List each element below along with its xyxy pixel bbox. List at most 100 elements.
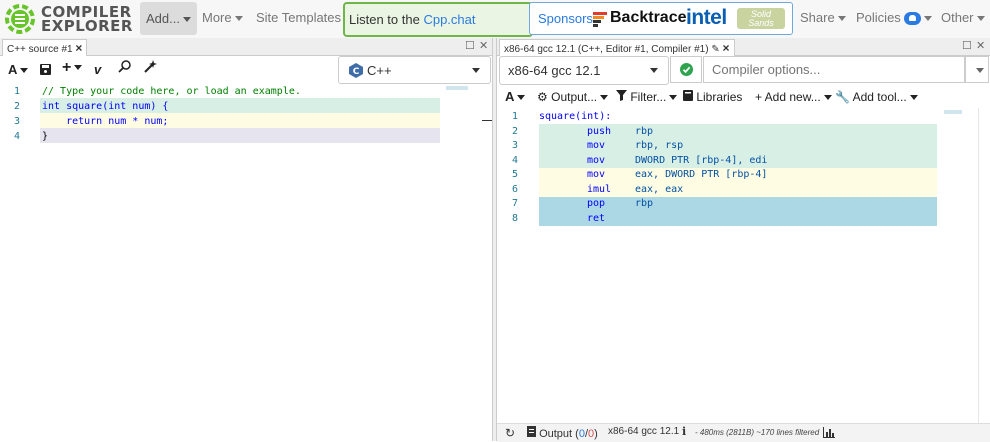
add-new-menu[interactable]: + Add new... bbox=[755, 90, 832, 104]
add-pane-icon[interactable]: + bbox=[62, 59, 83, 77]
magic-wand-icon[interactable] bbox=[144, 60, 157, 76]
code-line[interactable]: return num * num; bbox=[42, 116, 168, 127]
libraries-button[interactable]: Libraries bbox=[683, 90, 742, 104]
asm-args[interactable]: eax, DWORD PTR [rbp-4] bbox=[635, 169, 767, 180]
info-icon[interactable]: i bbox=[682, 425, 686, 438]
asm-args[interactable]: rbp bbox=[635, 198, 653, 209]
line-number: 7 bbox=[512, 198, 519, 209]
search-icon[interactable] bbox=[118, 60, 131, 76]
add-menu[interactable]: Add... bbox=[140, 2, 197, 35]
asm-opcode[interactable]: mov bbox=[587, 155, 605, 166]
sponsors-label: Sponsors bbox=[538, 11, 593, 26]
save-icon[interactable] bbox=[40, 63, 51, 78]
compiler-options-input[interactable] bbox=[703, 56, 965, 83]
scroll-marker bbox=[482, 120, 492, 121]
code-line[interactable]: } bbox=[42, 131, 48, 142]
site-templates-link[interactable]: Site Templates bbox=[256, 10, 341, 25]
share-menu[interactable]: Share bbox=[800, 10, 846, 25]
asm-opcode[interactable]: push bbox=[587, 126, 611, 137]
output-button[interactable]: Output (0/0) bbox=[527, 426, 598, 440]
line-number: 1 bbox=[14, 86, 21, 97]
solid-sands-sponsor[interactable]: Solid Sands bbox=[737, 8, 785, 29]
more-menu-label: More bbox=[202, 10, 232, 25]
cppchat-link[interactable]: Cpp.chat bbox=[423, 12, 475, 27]
code-line[interactable]: int square(int num) { bbox=[42, 101, 168, 112]
scrollbar[interactable] bbox=[978, 108, 990, 423]
asm-opcode[interactable]: imul bbox=[587, 184, 611, 195]
compiler-tab[interactable]: x86-64 gcc 12.1 (C++, Editor #1, Compile… bbox=[499, 39, 735, 56]
font-size-icon[interactable]: A bbox=[505, 89, 526, 104]
asm-opcode[interactable]: mov bbox=[587, 140, 605, 151]
code-line[interactable]: // Type your code here, or load an examp… bbox=[42, 86, 301, 97]
file-icon bbox=[527, 426, 536, 437]
asm-opcode[interactable]: ret bbox=[587, 213, 605, 224]
gear-icon: ⚙ bbox=[537, 90, 548, 104]
add-tool-menu[interactable]: 🔧 Add tool... bbox=[835, 90, 918, 104]
output-menu[interactable]: ⚙ Output... bbox=[537, 90, 609, 104]
compile-stats: - 480ms (2811B) ~170 lines filtered bbox=[695, 428, 820, 437]
minimap[interactable] bbox=[446, 86, 468, 90]
asm-opcode[interactable]: mov bbox=[587, 169, 605, 180]
compiler-name-status: x86-64 gcc 12.1 bbox=[608, 426, 680, 437]
other-menu[interactable]: Other bbox=[941, 10, 985, 25]
svg-text:C: C bbox=[353, 67, 360, 77]
vim-icon[interactable]: v bbox=[94, 62, 101, 77]
line-number: 2 bbox=[14, 101, 21, 112]
refresh-icon[interactable]: ↻ bbox=[505, 426, 515, 440]
font-size-icon[interactable]: A bbox=[8, 62, 29, 77]
chevron-down-icon bbox=[234, 16, 243, 22]
wrench-icon: 🔧 bbox=[835, 90, 850, 104]
asm-args[interactable]: DWORD PTR [rbp-4], edi bbox=[635, 155, 767, 166]
pencil-icon[interactable]: ✎ bbox=[711, 44, 719, 55]
backtrace-logo-icon bbox=[593, 12, 607, 27]
backtrace-sponsor[interactable]: Backtrace bbox=[610, 9, 687, 27]
chevron-down-icon bbox=[837, 16, 846, 22]
chevron-down-icon bbox=[976, 68, 984, 73]
podcast-banner[interactable]: Listen to the Cpp.chat podcast× bbox=[343, 2, 533, 58]
close-icon[interactable]: × bbox=[723, 41, 730, 55]
compiler-select[interactable]: x86-64 gcc 12.1 bbox=[499, 56, 669, 85]
add-menu-label: Add... bbox=[146, 11, 180, 26]
cpp-language-icon: C bbox=[349, 63, 363, 78]
output-close: ) bbox=[594, 428, 598, 440]
compiler-status-bar: ↻ Output (0/0) x86-64 gcc 12.1 i - 480ms… bbox=[497, 423, 990, 442]
add-new-label: + Add new... bbox=[755, 90, 821, 104]
asm-args[interactable]: eax, eax bbox=[635, 184, 683, 195]
language-label: C++ bbox=[367, 63, 392, 78]
compiler-explorer-logo[interactable]: COMPILER EXPLORER bbox=[4, 3, 132, 35]
line-number: 3 bbox=[512, 140, 519, 151]
intel-sponsor[interactable]: intel bbox=[686, 6, 727, 30]
check-circle-icon bbox=[680, 63, 693, 76]
asm-label[interactable]: square(int): bbox=[539, 111, 611, 122]
bar-chart-icon[interactable] bbox=[823, 427, 835, 438]
sponsors-box[interactable]: Sponsors Backtrace intel Solid Sands bbox=[529, 2, 793, 35]
editor-tab[interactable]: C++ source #1 × bbox=[2, 39, 88, 56]
line-number: 4 bbox=[14, 131, 21, 142]
asm-opcode[interactable]: pop bbox=[587, 198, 605, 209]
output-menu-label: Output... bbox=[551, 90, 598, 104]
filter-menu-label: Filter... bbox=[630, 90, 667, 104]
filter-menu[interactable]: Filter... bbox=[616, 90, 678, 104]
line-number: 4 bbox=[512, 155, 519, 166]
compiler-tab-title: x86-64 gcc 12.1 (C++, Editor #1, Compile… bbox=[504, 44, 709, 55]
close-pane-icon[interactable]: ✕ bbox=[976, 39, 985, 52]
options-dropdown-button[interactable] bbox=[965, 56, 989, 83]
language-select[interactable]: C C++ bbox=[338, 56, 491, 84]
maximize-icon[interactable]: ☐ bbox=[465, 39, 475, 52]
other-menu-label: Other bbox=[941, 10, 974, 25]
asm-args[interactable]: rbp bbox=[635, 126, 653, 137]
pane-splitter[interactable] bbox=[492, 38, 497, 441]
asm-args[interactable]: rbp, rsp bbox=[635, 140, 683, 151]
maximize-icon[interactable]: ☐ bbox=[962, 39, 972, 52]
podcast-prefix: Listen to the bbox=[349, 12, 424, 27]
policies-menu-label: Policies bbox=[856, 10, 901, 25]
minimap[interactable] bbox=[944, 110, 962, 114]
book-icon bbox=[683, 90, 693, 101]
chevron-down-icon bbox=[650, 68, 658, 73]
chevron-down-icon bbox=[924, 16, 933, 22]
more-menu[interactable]: More bbox=[202, 10, 243, 25]
close-icon[interactable]: × bbox=[75, 41, 82, 55]
policies-menu[interactable]: Policies bbox=[856, 10, 933, 26]
line-number: 8 bbox=[512, 213, 519, 224]
close-pane-icon[interactable]: ✕ bbox=[479, 39, 488, 52]
